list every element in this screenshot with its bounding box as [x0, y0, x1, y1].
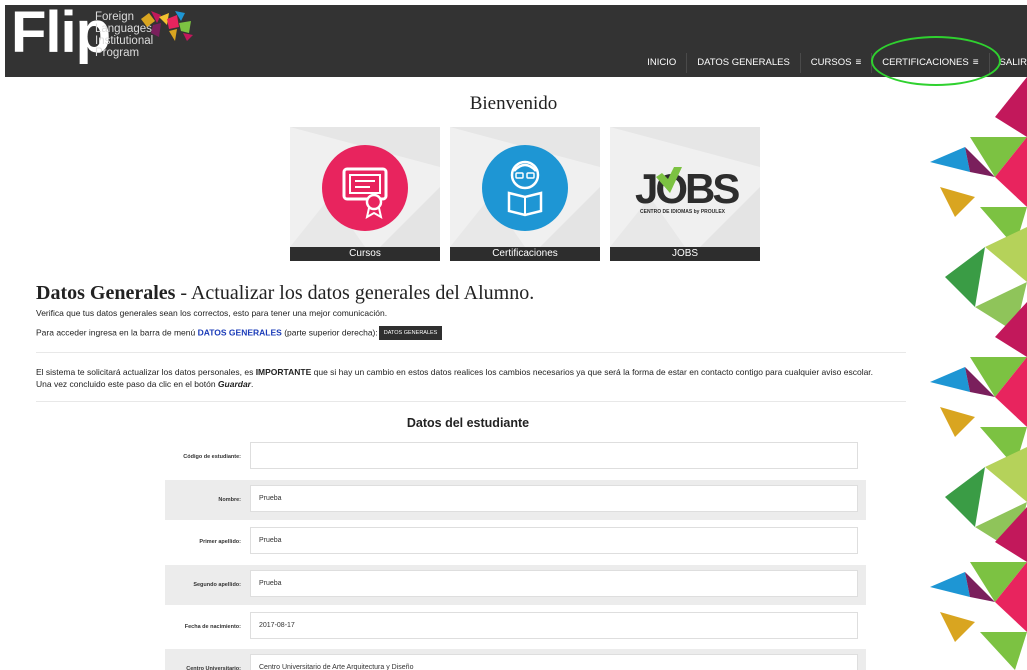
segundo-apellido-input[interactable]: Prueba [250, 570, 858, 597]
tile-jobs[interactable]: JOBS CENTRO DE IDIOMAS by PROULEX JOBS [610, 127, 760, 261]
nav-certificaciones[interactable]: CERTIFICACIONES ≡ [872, 53, 988, 73]
form-row-segundo-apellido: Segundo apellido: Prueba [165, 565, 866, 605]
hamburger-icon: ≡ [855, 57, 862, 68]
field-label: Primer apellido: [199, 539, 241, 545]
tile-caption: Cursos [290, 247, 440, 261]
certificate-icon [342, 167, 388, 219]
world-map-icon [141, 11, 193, 41]
certificaciones-circle [482, 145, 568, 231]
svg-text:JOBS: JOBS [635, 165, 739, 212]
origami-decoration [930, 77, 1027, 670]
centro-universitario-input[interactable]: Centro Universitario de Arte Arquitectur… [250, 654, 858, 670]
main-nav: INICIO DATOS GENERALES CURSOS ≡ CERTIFICA… [637, 53, 1027, 73]
nombre-input[interactable]: Prueba [250, 485, 858, 512]
form-row-fecha-nacimiento: Fecha de nacimiento: 2017-08-17 [165, 607, 866, 647]
student-reading-icon [507, 160, 543, 217]
nav-inicio[interactable]: INICIO [637, 53, 686, 73]
top-navbar: Flip Foreign Languages Institutional Pro… [5, 0, 1027, 77]
nav-datos-generales[interactable]: DATOS GENERALES [687, 53, 800, 73]
welcome-heading: Bienvenido [469, 93, 558, 114]
datos-generales-button[interactable]: DATOS GENERALES [378, 326, 443, 340]
nav-cursos[interactable]: CURSOS ≡ [801, 53, 872, 73]
codigo-estudiante-input[interactable] [250, 442, 858, 469]
tile-cursos[interactable]: Cursos [290, 127, 440, 261]
field-label: Código de estudiante: [183, 454, 241, 460]
primer-apellido-input[interactable]: Prueba [250, 527, 858, 554]
tile-certificaciones[interactable]: Certificaciones [450, 127, 600, 261]
svg-text:CENTRO DE IDIOMAS by PROULEX: CENTRO DE IDIOMAS by PROULEX [640, 209, 726, 215]
info-paragraph-2: Una vez concluido este paso da clic en e… [36, 379, 254, 389]
tile-caption: JOBS [610, 247, 760, 261]
section-title: Datos Generales - Actualizar los datos g… [36, 282, 534, 305]
form-title: Datos del estudiante [406, 416, 530, 430]
section-title-rest: - Actualizar los datos generales del Alu… [175, 282, 535, 304]
form-row-codigo: Código de estudiante: [165, 437, 866, 477]
field-label: Centro Universitario: [186, 666, 241, 670]
field-label: Segundo apellido: [193, 582, 241, 588]
field-label: Nombre: [218, 497, 241, 503]
form-row-nombre: Nombre: Prueba [165, 480, 866, 520]
tile-caption: Certificaciones [450, 247, 600, 261]
cursos-circle [322, 145, 408, 231]
datos-generales-link[interactable]: DATOS GENERALES [198, 327, 282, 337]
field-label: Fecha de nacimiento: [184, 624, 241, 630]
hamburger-icon: ≡ [972, 57, 979, 68]
section-title-bold: Datos Generales [36, 282, 176, 304]
form-row-primer-apellido: Primer apellido: Prueba [165, 522, 866, 562]
divider [36, 401, 906, 402]
jobs-logo: JOBS CENTRO DE IDIOMAS by PROULEX [635, 165, 742, 215]
info-line-2: Para acceder ingresa en la barra de menú… [36, 326, 443, 340]
divider [36, 352, 906, 353]
info-line-1: Verifica que tus datos generales sean lo… [36, 308, 388, 318]
form-row-centro-universitario: Centro Universitario: Centro Universitar… [165, 649, 866, 670]
nav-salir[interactable]: SALIR [990, 53, 1027, 73]
fecha-nacimiento-input[interactable]: 2017-08-17 [250, 612, 858, 639]
info-paragraph: El sistema te solicitará actualizar los … [36, 367, 874, 377]
